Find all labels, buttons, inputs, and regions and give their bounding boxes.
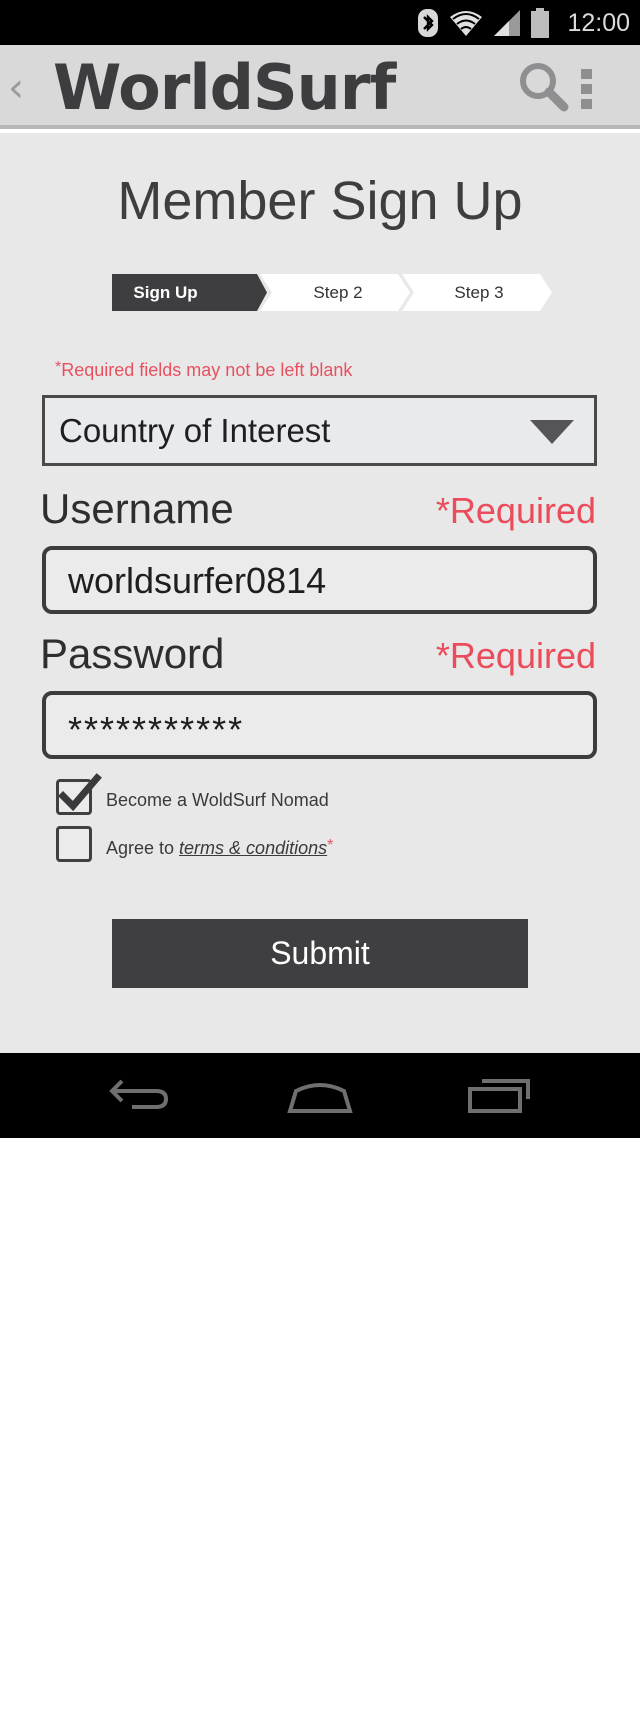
username-field[interactable]: worldsurfer0814 <box>42 546 597 614</box>
wifi-icon <box>450 11 483 36</box>
terms-checkbox[interactable] <box>56 826 92 862</box>
home-nav-icon[interactable] <box>286 1077 354 1115</box>
terms-checkbox-label: Agree to terms & conditions* <box>106 837 333 859</box>
recent-apps-icon[interactable] <box>468 1077 532 1113</box>
dropdown-arrow-icon <box>530 420 574 444</box>
status-bar: 12:00 <box>0 0 640 45</box>
status-icons: 12:00 <box>417 4 630 42</box>
app-title: WorldSurf <box>53 51 396 124</box>
overflow-menu-icon[interactable] <box>578 67 596 111</box>
step-3[interactable]: Step 3 <box>402 274 552 311</box>
password-required: *Required <box>435 635 596 676</box>
checkmark-icon <box>58 773 102 812</box>
step-label: Sign Up <box>133 283 198 302</box>
terms-prefix: Agree to <box>106 838 180 858</box>
nomad-checkbox-label[interactable]: Become a WoldSurf Nomad <box>106 790 329 811</box>
action-bar: ‹ WorldSurf <box>0 45 640 129</box>
search-icon[interactable] <box>518 61 570 113</box>
clock: 12:00 <box>567 8 630 37</box>
country-select[interactable]: Country of Interest <box>42 395 597 466</box>
battery-icon <box>531 8 550 38</box>
step-indicator: Sign Up Step 2 Step 3 <box>112 274 552 311</box>
bluetooth-icon <box>418 9 439 37</box>
username-required: *Required <box>435 490 596 531</box>
step-label: Step 2 <box>313 283 363 302</box>
signup-screen: Member Sign Up Sign Up Step 2 Step 3 *Re… <box>0 133 640 1053</box>
terms-required-asterisk: * <box>327 837 334 854</box>
step-2[interactable]: Step 2 <box>260 274 410 311</box>
page-title: Member Sign Up <box>117 171 523 231</box>
terms-link[interactable]: terms & conditions <box>179 838 327 858</box>
nomad-checkbox[interactable] <box>56 773 102 815</box>
signal-icon <box>494 10 521 36</box>
required-note-text: Required fields may not be left blank <box>61 360 353 380</box>
country-select-value: Country of Interest <box>59 412 331 449</box>
password-label: Password <box>40 630 225 677</box>
username-label: Username <box>40 485 234 532</box>
back-nav-icon[interactable] <box>108 1075 172 1115</box>
submit-button[interactable]: Submit <box>112 919 528 988</box>
password-field[interactable]: *********** <box>42 691 597 759</box>
username-value: worldsurfer0814 <box>68 560 327 601</box>
step-sign-up[interactable]: Sign Up <box>112 274 267 311</box>
step-label: Step 3 <box>454 283 504 302</box>
system-nav-bar <box>0 1053 640 1138</box>
password-value: *********** <box>68 709 245 750</box>
back-button[interactable]: ‹ <box>8 65 24 111</box>
required-note: *Required fields may not be left blank <box>55 359 352 381</box>
